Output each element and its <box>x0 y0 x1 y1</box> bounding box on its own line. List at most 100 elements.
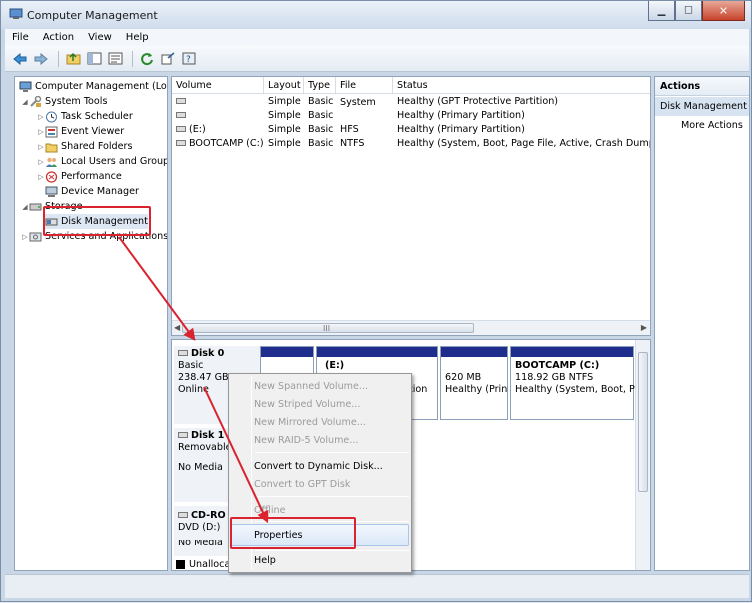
device-manager-icon <box>45 186 58 198</box>
volume-status: Healthy (Primary Partition) <box>397 124 525 135</box>
up-folder-icon[interactable] <box>64 50 82 68</box>
title-bar[interactable]: Computer Management ▁ ☐ ✕ <box>1 1 751 29</box>
partition-size: 620 MB <box>445 372 482 383</box>
volume-list: Volume Layout Type File System Status Si… <box>171 76 651 336</box>
help-icon[interactable]: ? <box>180 50 198 68</box>
grip-icon: III <box>323 324 331 333</box>
volume-type: Basic <box>308 124 334 135</box>
actions-pane: Actions Disk Management More Actions <box>654 76 750 571</box>
volume-status: Healthy (GPT Protective Partition) <box>397 96 559 107</box>
users-icon <box>45 156 58 168</box>
scroll-right-icon[interactable]: ▶ <box>641 323 647 332</box>
properties-icon[interactable] <box>106 50 124 68</box>
menu-help[interactable]: Help <box>119 32 156 43</box>
maximize-button[interactable]: ☐ <box>675 1 702 21</box>
expand-arrow-icon[interactable]: ▷ <box>21 233 29 241</box>
tree-item-event-viewer[interactable]: ▷ Event Viewer <box>37 124 124 139</box>
menu-bar: File Action View Help <box>5 29 749 46</box>
actions-section-disk-management[interactable]: Disk Management <box>655 97 749 116</box>
tree-label: Local Users and Groups <box>61 156 168 167</box>
refresh-icon[interactable] <box>138 50 156 68</box>
menu-action[interactable]: Action <box>36 32 81 43</box>
volume-layout: Simple <box>268 110 301 121</box>
volume-file-system: NTFS <box>340 138 365 149</box>
volume-row[interactable]: Simple Basic Healthy (GPT Protective Par… <box>172 95 650 109</box>
column-header-file-system[interactable]: File System <box>336 77 393 108</box>
partition-name: (E:) <box>325 360 345 371</box>
cdrom-icon <box>178 512 188 518</box>
volume-row[interactable]: (E:) Simple Basic HFS Healthy (Primary P… <box>172 123 650 137</box>
tree-item-system-tools[interactable]: ◢ System Tools <box>21 94 107 109</box>
expand-arrow-icon[interactable]: ▷ <box>37 128 45 136</box>
column-header-status[interactable]: Status <box>393 77 650 94</box>
expand-arrow-icon[interactable]: ▷ <box>37 158 45 166</box>
export-icon[interactable] <box>159 50 177 68</box>
expand-arrow-icon[interactable]: ▷ <box>37 113 45 121</box>
menu-new-striped-volume[interactable]: New Striped Volume... <box>254 396 360 413</box>
menu-new-mirrored-volume[interactable]: New Mirrored Volume... <box>254 414 366 431</box>
volume-row[interactable]: BOOTCAMP (C:) Simple Basic NTFS Healthy … <box>172 137 650 151</box>
volume-icon <box>176 112 186 118</box>
column-header-layout[interactable]: Layout <box>264 77 304 94</box>
tree-item-task-scheduler[interactable]: ▷ Task Scheduler <box>37 109 133 124</box>
tree-item-device-manager[interactable]: Device Manager <box>45 184 139 199</box>
menu-new-raid5-volume[interactable]: New RAID-5 Volume... <box>254 432 358 449</box>
partition-bar <box>441 347 507 357</box>
scroll-left-icon[interactable]: ◀ <box>174 323 180 332</box>
status-bar <box>5 574 749 598</box>
more-actions-link[interactable]: More Actions <box>681 120 743 131</box>
scrollbar-thumb[interactable] <box>638 352 648 492</box>
volume-status: Healthy (Primary Partition) <box>397 110 525 121</box>
partition-block[interactable]: 620 MB Healthy (Prin <box>440 346 508 420</box>
minimize-button[interactable]: ▁ <box>648 1 675 21</box>
menu-help[interactable]: Help <box>254 552 276 569</box>
menu-convert-to-dynamic-disk[interactable]: Convert to Dynamic Disk... <box>254 458 383 475</box>
shared-folder-icon <box>45 141 58 153</box>
volume-row[interactable]: Simple Basic Healthy (Primary Partition) <box>172 109 650 123</box>
tree-item-local-users[interactable]: ▷ Local Users and Groups <box>37 154 168 169</box>
horizontal-scrollbar[interactable]: ◀ III ▶ <box>172 320 650 335</box>
volume-icon <box>176 98 186 104</box>
partition-name: BOOTCAMP (C:) <box>515 360 600 371</box>
expand-arrow-icon[interactable]: ▷ <box>37 173 45 181</box>
menu-view[interactable]: View <box>81 32 119 43</box>
volume-layout: Simple <box>268 124 301 135</box>
tree-item-shared-folders[interactable]: ▷ Shared Folders <box>37 139 132 154</box>
toolbar-separator <box>58 50 59 67</box>
scrollbar-thumb[interactable]: III <box>182 323 474 333</box>
toolbar: ? <box>5 46 749 72</box>
expand-arrow-icon[interactable]: ▷ <box>37 143 45 151</box>
column-header-type[interactable]: Type <box>304 77 336 94</box>
close-icon: ✕ <box>718 4 729 17</box>
column-header-volume[interactable]: Volume <box>172 77 264 94</box>
collapse-arrow-icon[interactable]: ◢ <box>21 98 29 106</box>
collapse-arrow-icon[interactable]: ◢ <box>21 203 29 211</box>
disk-icon <box>178 350 188 356</box>
tree-item-performance[interactable]: ▷ Performance <box>37 169 122 184</box>
menu-new-spanned-volume[interactable]: New Spanned Volume... <box>254 378 368 395</box>
volume-layout: Simple <box>268 96 301 107</box>
services-icon <box>29 231 42 243</box>
partition-block[interactable]: BOOTCAMP (C:) 118.92 GB NTFS Healthy (Sy… <box>510 346 646 420</box>
actions-header: Actions <box>655 77 749 96</box>
annotation-box-properties <box>230 517 356 549</box>
tree-label: Performance <box>61 171 122 182</box>
volume-type: Basic <box>308 110 334 121</box>
tree-label: Computer Management (Local <box>35 81 168 92</box>
volume-icon <box>176 126 186 132</box>
tree-item-computer-management[interactable]: Computer Management (Local <box>19 79 168 94</box>
volume-name: (E:) <box>189 124 206 135</box>
menu-separator <box>255 550 409 551</box>
menu-convert-to-gpt-disk[interactable]: Convert to GPT Disk <box>254 476 350 493</box>
back-arrow-icon[interactable] <box>11 50 29 68</box>
disk-icon <box>178 432 188 438</box>
close-button[interactable]: ✕ <box>702 1 745 21</box>
show-hide-tree-icon[interactable] <box>85 50 103 68</box>
tree-label: System Tools <box>45 96 108 107</box>
tools-icon <box>29 95 42 108</box>
partition-status: Healthy (Prin <box>445 384 508 395</box>
menu-file[interactable]: File <box>5 32 36 43</box>
vertical-scrollbar[interactable] <box>635 340 650 570</box>
forward-arrow-icon[interactable] <box>32 50 50 68</box>
menu-separator <box>255 496 409 497</box>
